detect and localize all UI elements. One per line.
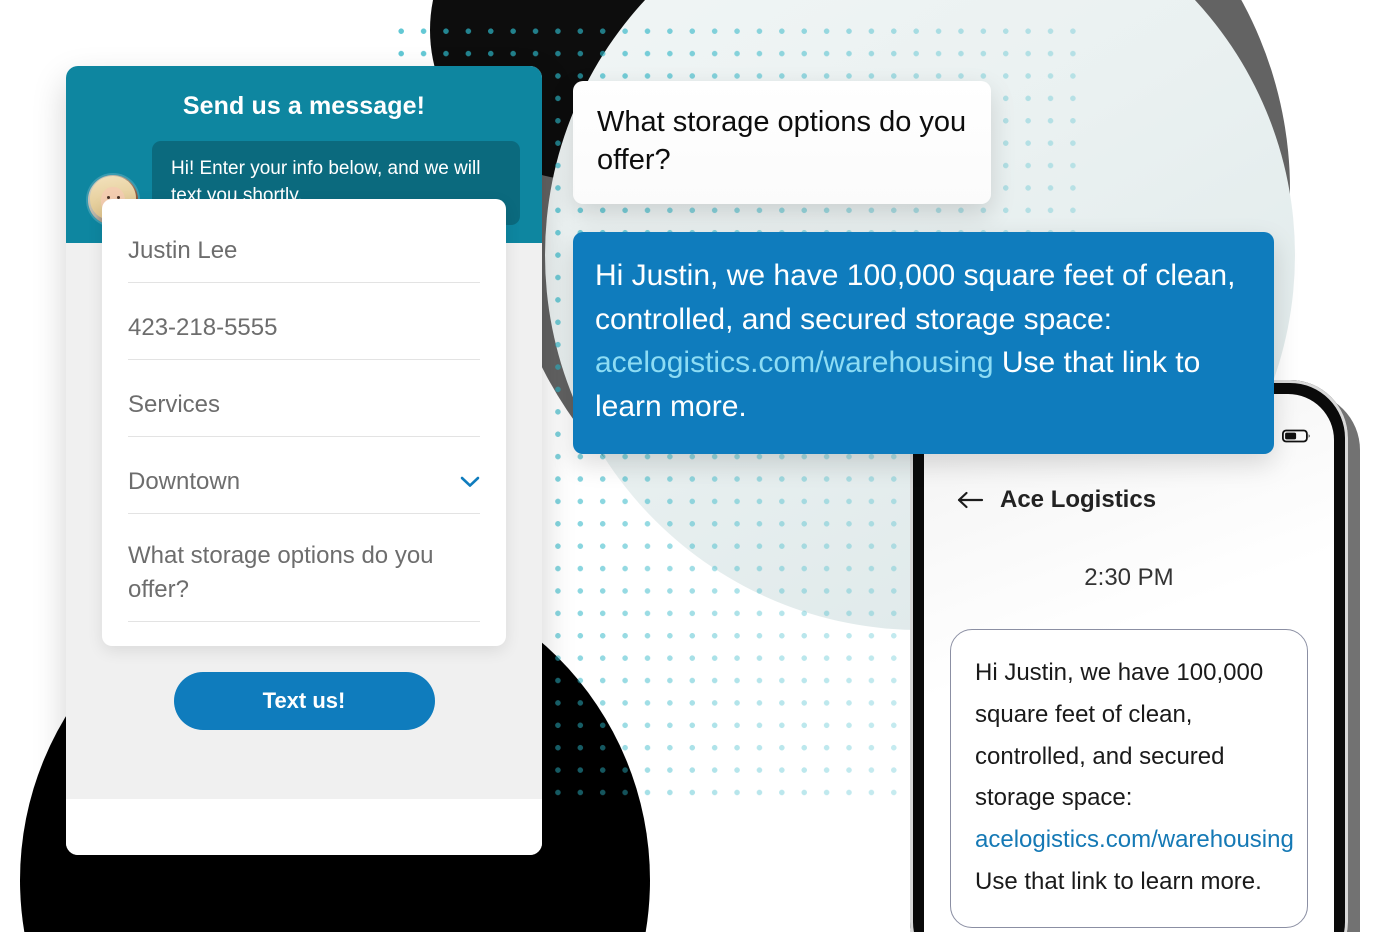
message-field-value: What storage options do you offer? [128, 542, 434, 604]
incoming-message-bubble: What storage options do you offer? [573, 81, 991, 204]
widget-body: Justin Lee 423-218-5555 Services Downtow… [66, 198, 542, 799]
chat-widget: Send us a message! Hi! Enter your info b… [66, 66, 542, 855]
widget-footer [66, 799, 542, 855]
phone-field[interactable]: 423-218-5555 [128, 306, 480, 361]
location-select[interactable]: Downtown [128, 460, 480, 515]
widget-title: Send us a message! [182, 92, 426, 120]
battery-icon [1282, 429, 1310, 443]
back-arrow-icon[interactable] [956, 490, 984, 510]
phone-message-bubble: Hi Justin, we have 100,000 square feet o… [950, 629, 1308, 928]
phone-message-link[interactable]: acelogistics.com/warehousing [975, 826, 1294, 853]
text-us-button[interactable]: Text us! [173, 672, 435, 731]
location-select-value: Downtown [128, 468, 241, 496]
phone-screen: Ace Logistics 2:30 PM Hi Justin, we have… [924, 394, 1334, 932]
message-field[interactable]: What storage options do you offer? [128, 537, 480, 623]
services-field-value: Services [128, 391, 221, 419]
services-field[interactable]: Services [128, 383, 480, 438]
phone-conversation-header: Ace Logistics [956, 486, 1156, 514]
chevron-down-icon[interactable] [460, 476, 480, 488]
name-field-value: Justin Lee [128, 236, 238, 264]
submit-row: Text us! [102, 646, 506, 731]
phone-contact-name: Ace Logistics [1000, 486, 1157, 513]
outgoing-message-link[interactable]: acelogistics.com/warehousing [595, 346, 994, 379]
lead-capture-form: Justin Lee 423-218-5555 Services Downtow… [102, 198, 506, 647]
name-field[interactable]: Justin Lee [128, 229, 480, 284]
outgoing-message-prefix: Hi Justin, we have 100,000 square feet o… [595, 259, 1236, 336]
outgoing-message-bubble: Hi Justin, we have 100,000 square feet o… [573, 232, 1274, 454]
phone-message-timestamp: 2:30 PM [1084, 564, 1174, 591]
promo-illustration: Ace Logistics 2:30 PM Hi Justin, we have… [0, 0, 1389, 932]
phone-message-suffix: Use that link to learn more. [975, 867, 1262, 895]
phone-field-value: 423-218-5555 [128, 314, 278, 342]
phone-message-prefix: Hi Justin, we have 100,000 square feet o… [975, 659, 1264, 812]
phone-mockup: Ace Logistics 2:30 PM Hi Justin, we have… [910, 380, 1360, 932]
